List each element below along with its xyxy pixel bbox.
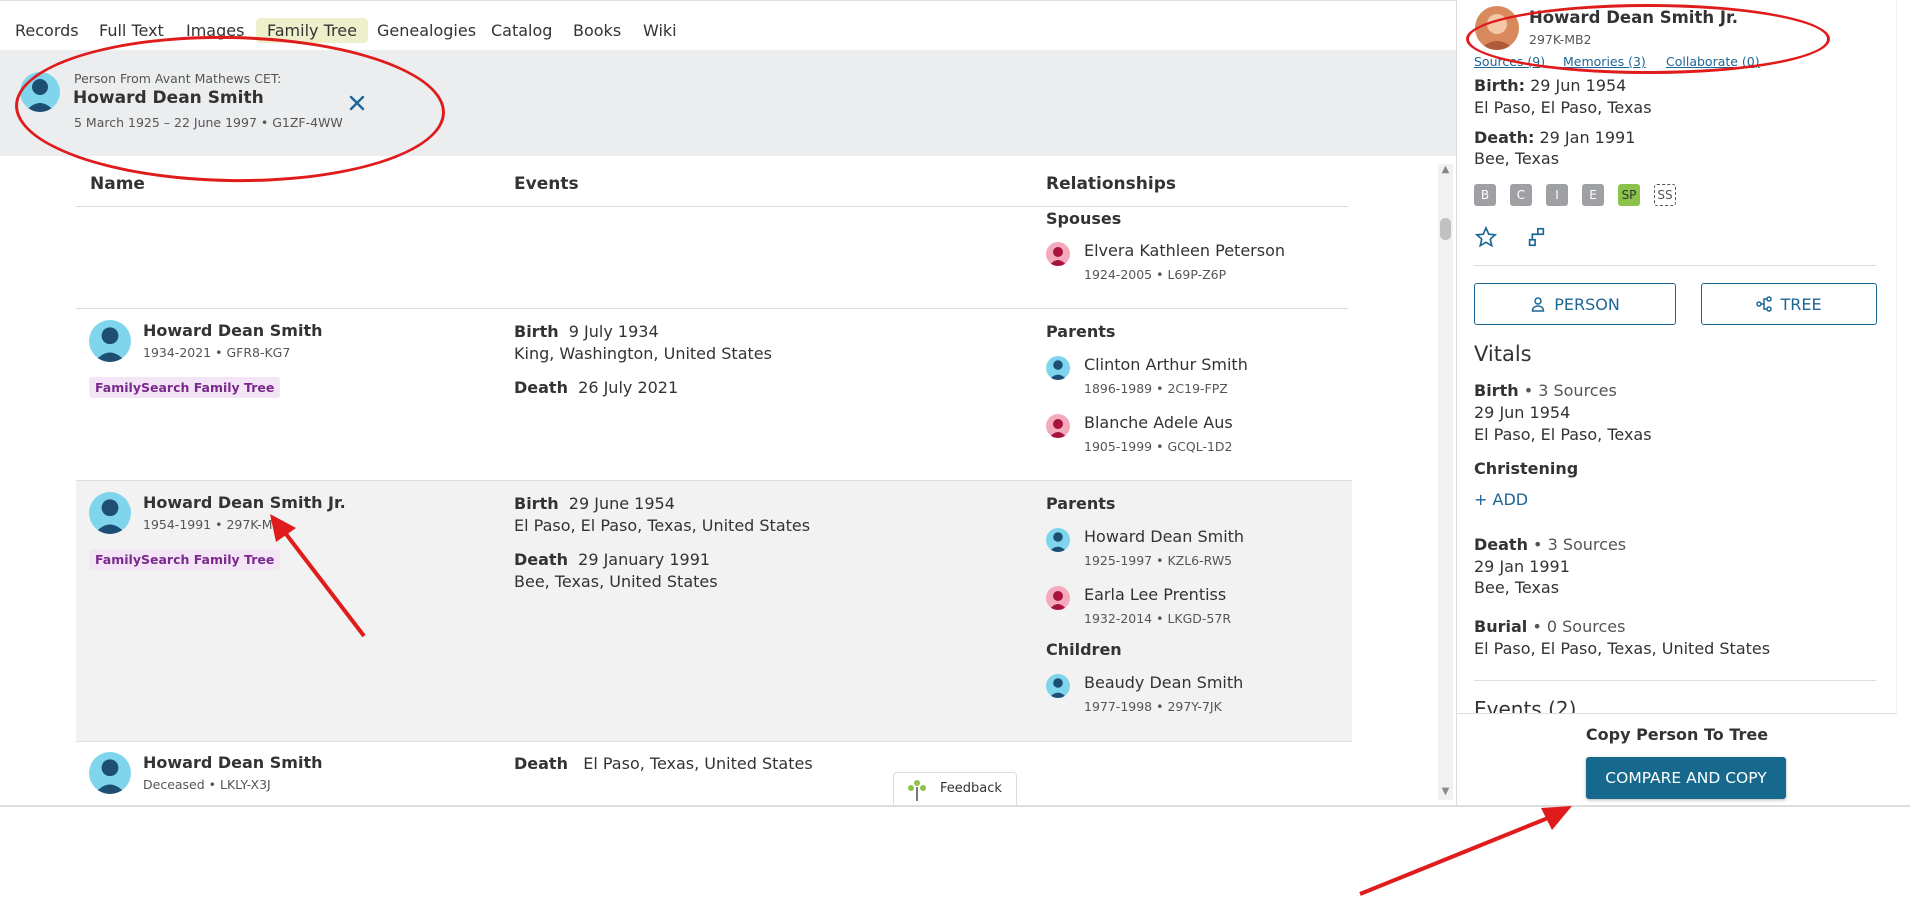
annotation-arrow-compare xyxy=(1359,816,1549,896)
annotation-arrows xyxy=(270,514,1572,896)
annotation-arrow-row xyxy=(284,532,366,638)
annotation-arrowhead-row xyxy=(270,514,296,542)
